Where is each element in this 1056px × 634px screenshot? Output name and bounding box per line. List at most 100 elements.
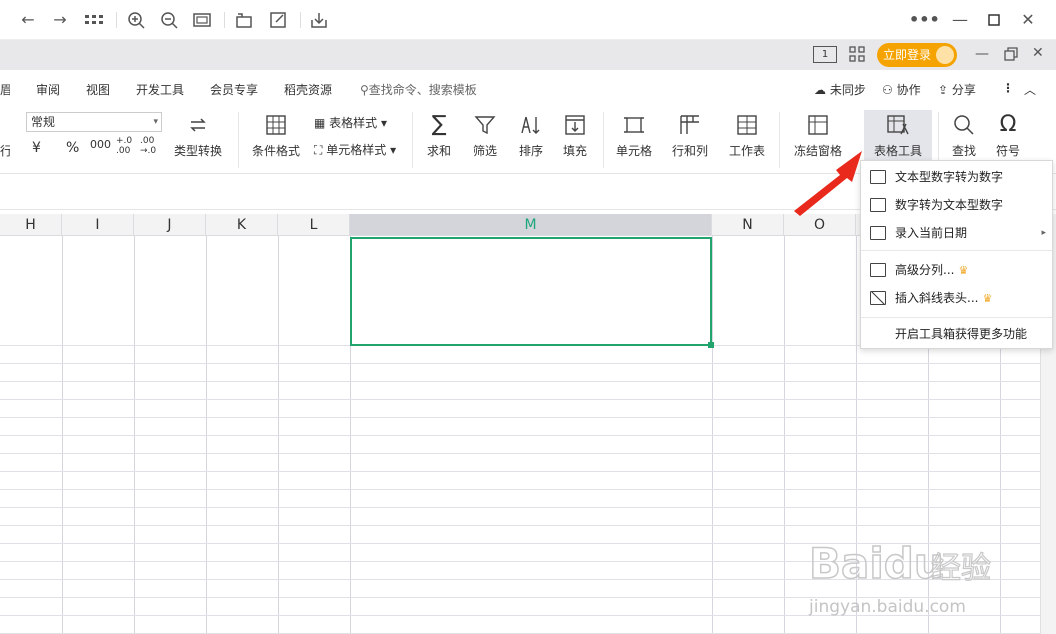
text-to-number-icon xyxy=(870,170,886,184)
table-row[interactable] xyxy=(0,472,1040,490)
type-convert-button[interactable]: 类型转换 xyxy=(168,114,228,159)
edit-icon[interactable] xyxy=(268,10,288,30)
number-format-value: 常规 xyxy=(31,115,56,129)
menu-item-label: 插入斜线表头... xyxy=(895,291,979,305)
watermark-brand-cn: 经验 xyxy=(931,551,991,586)
column-header-o[interactable]: O xyxy=(784,214,856,236)
column-header-h[interactable]: H xyxy=(0,214,62,236)
fill-icon xyxy=(565,115,585,135)
table-row[interactable] xyxy=(0,364,1040,382)
table-style-button[interactable]: ▦ 表格样式 ▾ xyxy=(314,114,387,131)
zoom-in-icon[interactable] xyxy=(126,10,146,30)
worksheet-button[interactable]: 工作表 xyxy=(722,114,772,159)
increase-decimal-button[interactable]: +.0 .00 xyxy=(116,136,132,156)
menu-item-diagonal-header[interactable]: 插入斜线表头... ♛ xyxy=(861,284,1052,312)
fill-button[interactable]: 填充 xyxy=(556,114,594,159)
zoom-out-icon[interactable] xyxy=(159,10,179,30)
menu-item-text-to-number[interactable]: 文本型数字转为数字 xyxy=(861,163,1052,191)
tab-resources[interactable]: 稻壳资源 xyxy=(284,81,332,98)
menu-item-insert-date[interactable]: 录入当前日期 ▸ xyxy=(861,219,1052,247)
chevron-up-icon[interactable]: ︿ xyxy=(1024,81,1036,98)
column-header-m[interactable]: M xyxy=(350,214,712,236)
sum-label: 求和 xyxy=(426,144,451,158)
tab-partial[interactable]: 眉 xyxy=(0,81,10,98)
fill-handle[interactable] xyxy=(708,342,714,348)
table-row[interactable] xyxy=(0,418,1040,436)
login-label: 立即登录 xyxy=(883,48,932,62)
table-tools-icon xyxy=(887,115,909,135)
sum-button[interactable]: ∑ 求和 xyxy=(420,114,458,159)
menu-item-label: 开启工具箱获得更多功能 xyxy=(895,327,1028,341)
table-row[interactable] xyxy=(0,490,1040,508)
find-button[interactable]: 查找 xyxy=(944,114,984,159)
table-row[interactable] xyxy=(0,436,1040,454)
freeze-panes-button[interactable]: 冻结窗格 xyxy=(786,114,850,159)
tab-member[interactable]: 会员专享 xyxy=(210,81,258,98)
search-icon: ⚲ xyxy=(360,83,369,97)
command-search-placeholder: 查找命令、搜索模板 xyxy=(368,83,477,97)
tab-developer[interactable]: 开发工具 xyxy=(136,81,184,98)
number-to-text-icon xyxy=(870,198,886,212)
row-col-button[interactable]: 行和列 xyxy=(664,114,716,159)
menu-item-advanced-split[interactable]: 高级分列... ♛ xyxy=(861,256,1052,284)
menu-item-label: 文本型数字转为数字 xyxy=(895,170,1004,184)
column-header-n[interactable]: N xyxy=(712,214,784,236)
apps-grid-icon[interactable] xyxy=(84,10,104,30)
cell-label: 单元格 xyxy=(615,144,652,158)
forward-icon[interactable]: → xyxy=(50,10,70,30)
percent-button[interactable]: % xyxy=(66,140,79,156)
command-search[interactable]: ⚲查找命令、搜索模板 xyxy=(360,81,477,98)
decrease-decimal-button[interactable]: .00 →.0 xyxy=(140,136,156,156)
currency-button[interactable]: ¥ xyxy=(32,140,41,156)
close-icon[interactable]: ✕ xyxy=(1018,10,1038,30)
back-icon[interactable]: ← xyxy=(18,10,38,30)
download-icon[interactable] xyxy=(309,10,329,30)
sync-status[interactable]: ☁ 未同步 xyxy=(814,81,866,98)
restore-icon[interactable] xyxy=(1004,47,1018,61)
avatar xyxy=(936,46,954,64)
fit-page-icon[interactable] xyxy=(192,10,212,30)
cell-style-button[interactable]: ⛶ 单元格样式 ▾ xyxy=(314,141,396,158)
minimize-icon[interactable]: — xyxy=(975,46,989,62)
ribbon-tab-bar: 眉 审阅 视图 开发工具 会员专享 稻壳资源 ⚲查找命令、搜索模板 ☁ 未同步 … xyxy=(0,70,1056,106)
layout-icon[interactable] xyxy=(849,46,865,62)
tab-review[interactable]: 审阅 xyxy=(36,81,60,98)
reading-mode-icon[interactable]: 1 xyxy=(813,46,837,63)
login-button[interactable]: 立即登录 xyxy=(877,43,957,67)
cell-button[interactable]: 单元格 xyxy=(610,114,658,159)
selected-cell[interactable] xyxy=(350,237,712,346)
column-header-j[interactable]: J xyxy=(134,214,206,236)
number-format-select[interactable]: 常规 ▾ xyxy=(26,112,162,132)
calendar-icon xyxy=(870,226,886,240)
conditional-format-button[interactable]: 条件格式 xyxy=(246,114,306,159)
conditional-format-icon xyxy=(266,115,286,135)
filter-button[interactable]: 筛选 xyxy=(466,114,504,159)
collaborate-button[interactable]: ⚇ 协作 xyxy=(882,81,921,98)
share-button[interactable]: ⇪ 分享 xyxy=(938,81,976,98)
diagonal-header-icon xyxy=(870,291,886,305)
share-icon: ⇪ xyxy=(938,83,949,97)
menu-item-label: 高级分列... xyxy=(895,263,955,277)
table-row[interactable] xyxy=(0,454,1040,472)
menu-item-enable-toolbox[interactable]: 开启工具箱获得更多功能 xyxy=(861,320,1052,348)
column-header-i[interactable]: I xyxy=(62,214,134,236)
column-header-k[interactable]: K xyxy=(206,214,278,236)
close-icon[interactable]: ✕ xyxy=(1032,45,1044,61)
symbol-button[interactable]: Ω 符号 xyxy=(988,114,1028,159)
rotate-icon[interactable] xyxy=(234,10,254,30)
more-icon[interactable]: ••• xyxy=(909,10,940,30)
menu-item-number-to-text[interactable]: 数字转为文本型数字 xyxy=(861,191,1052,219)
chevron-down-icon: ▾ xyxy=(153,117,158,127)
sigma-icon: ∑ xyxy=(431,112,447,137)
sort-button[interactable]: 排序 xyxy=(512,114,550,159)
maximize-icon[interactable] xyxy=(984,10,1004,30)
ribbon-partial-label: 行 xyxy=(0,144,10,158)
column-header-l[interactable]: L xyxy=(278,214,350,236)
table-row[interactable] xyxy=(0,400,1040,418)
more-icon[interactable]: ⋮ xyxy=(1002,81,1014,95)
thousands-button[interactable]: 000 xyxy=(90,138,111,151)
search-icon xyxy=(954,115,974,135)
minimize-icon[interactable]: — xyxy=(950,10,970,30)
tab-view[interactable]: 视图 xyxy=(86,81,110,98)
table-row[interactable] xyxy=(0,382,1040,400)
